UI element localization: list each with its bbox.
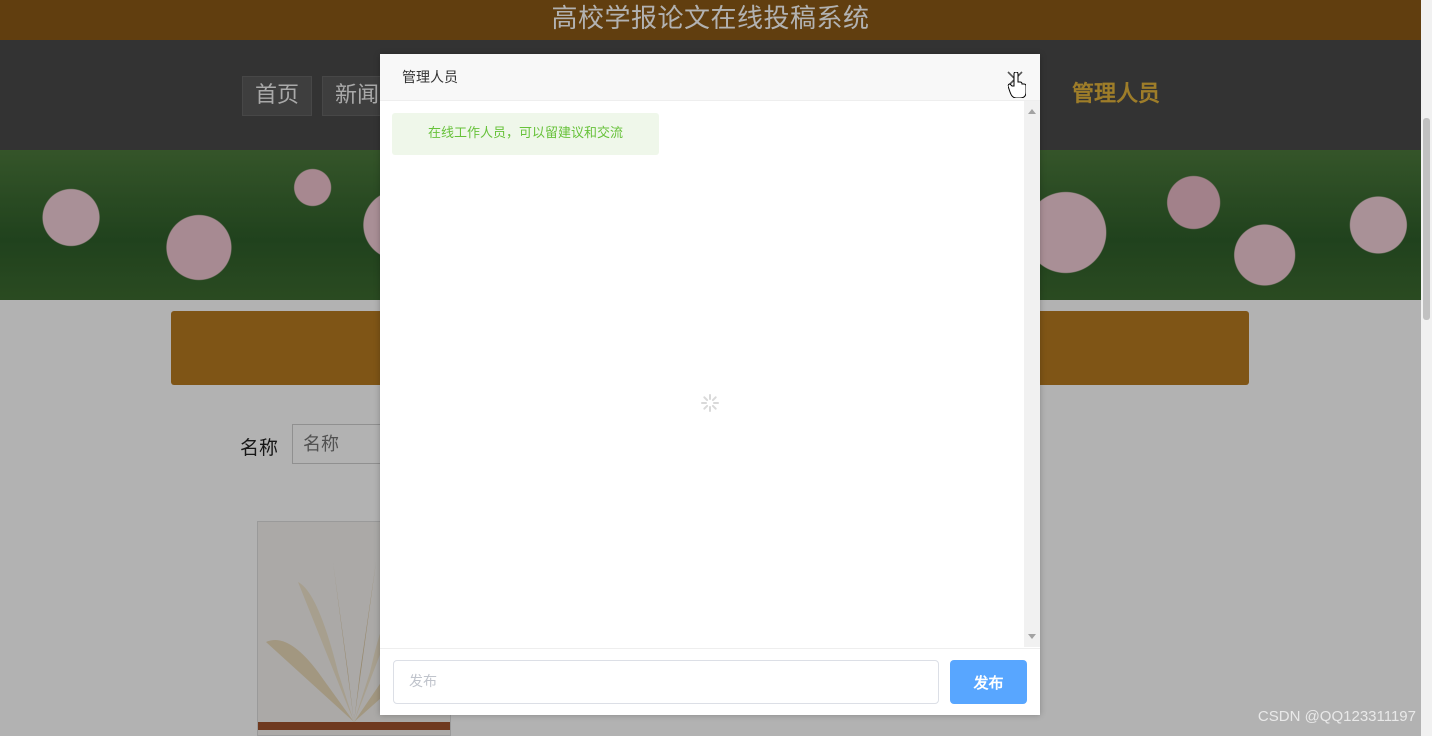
info-notice: 在线工作人员，可以留建议和交流 [392,113,659,155]
post-button[interactable]: 发布 [950,660,1027,704]
dialog-title: 管理人员 [402,70,458,86]
dialog-header: 管理人员 [380,54,1040,101]
admin-chat-dialog: 管理人员 在线工作人员，可以留建议和交流 发布 发布 [380,54,1040,715]
message-scrollbar[interactable] [1024,101,1040,647]
page-scrollbar-thumb[interactable] [1423,118,1430,320]
scroll-down-icon[interactable] [1028,634,1036,639]
message-input[interactable] [393,660,939,704]
watermark-text: CSDN @QQ123311197 [1257,708,1416,725]
dialog-footer: 发布 [380,648,1040,715]
loading-spinner-icon [700,393,720,413]
scroll-up-icon[interactable] [1028,109,1036,114]
message-area: 在线工作人员，可以留建议和交流 [380,101,1040,647]
page-scrollbar[interactable] [1421,0,1432,736]
hand-cursor-icon [1007,71,1027,99]
